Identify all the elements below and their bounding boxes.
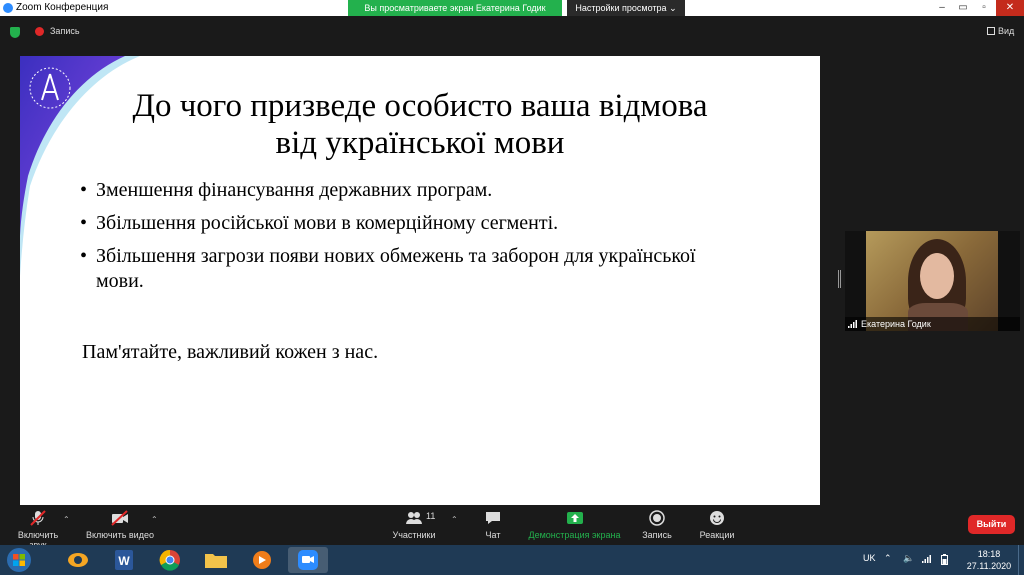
- start-video-label: Включить видео: [86, 530, 154, 540]
- tray-expand-icon[interactable]: ⌃: [884, 553, 892, 564]
- recording-icon[interactable]: [35, 27, 44, 36]
- share-screen-label: Демонстрация экрана: [528, 530, 621, 540]
- share-screen-button[interactable]: Демонстрация экрана: [527, 510, 622, 540]
- signal-strength-icon: [848, 320, 857, 328]
- chat-label: Чат: [485, 530, 501, 540]
- bullet-list: Зменшення фінансування державних програм…: [80, 178, 720, 302]
- show-desktop-button[interactable]: [1018, 545, 1024, 575]
- security-shield-icon[interactable]: [10, 27, 20, 38]
- participant-video-panel[interactable]: [845, 231, 1020, 331]
- windows-taskbar: W UK ⌃ 🔈 18:18 27.11.2020: [0, 545, 1024, 575]
- word-icon[interactable]: W: [104, 547, 144, 573]
- chat-bubble-icon: [486, 512, 500, 524]
- muted-microphone-icon: [30, 510, 46, 526]
- leave-meeting-button[interactable]: Выйти: [968, 515, 1015, 534]
- folder-icon[interactable]: [196, 547, 236, 573]
- restore-button[interactable]: ▭: [953, 0, 973, 16]
- window-title: Zoom Конференция: [16, 2, 109, 13]
- chat-button[interactable]: Чат: [478, 510, 508, 540]
- start-icon[interactable]: [2, 545, 36, 575]
- battery-icon[interactable]: [941, 554, 948, 565]
- close-button[interactable]: ✕: [996, 0, 1024, 16]
- record-label: Запись: [642, 530, 672, 540]
- svg-text:W: W: [118, 554, 130, 568]
- clock-date[interactable]: 27.11.2020: [962, 561, 1016, 571]
- zoom-icon[interactable]: [288, 547, 328, 573]
- zoom-window: Zoom Конференция Вы просматриваете экран…: [0, 0, 1024, 575]
- grid-view-icon[interactable]: [987, 27, 995, 35]
- shared-screen-slide: До чого призведе особисто ваша відмова в…: [20, 56, 820, 505]
- maximize-button[interactable]: ▫: [974, 0, 994, 16]
- panel-resize-handle[interactable]: [838, 270, 841, 288]
- volume-icon[interactable]: 🔈: [903, 553, 914, 564]
- unmute-button[interactable]: Включить звук: [8, 510, 68, 550]
- reactions-smiley-icon: [710, 511, 724, 525]
- screen-share-banner: Вы просматриваете экран Екатерина Годик: [348, 0, 562, 16]
- network-icon[interactable]: [922, 555, 932, 563]
- reactions-label: Реакции: [699, 530, 735, 540]
- view-options-label: Настройки просмотра: [575, 3, 667, 13]
- record-icon: [649, 510, 665, 526]
- view-options-dropdown[interactable]: Настройки просмотра ⌄: [567, 0, 685, 16]
- reactions-button[interactable]: Реакции: [697, 510, 737, 540]
- slide-title-line-1: До чого призведе особисто ваша відмова: [132, 88, 708, 124]
- participant-name: Екатерина Годик: [861, 319, 931, 329]
- media-icon[interactable]: [242, 547, 282, 573]
- language-indicator[interactable]: UK: [863, 553, 876, 563]
- slide-reminder: Пам'ятайте, важливий кожен з нас.: [82, 341, 379, 363]
- video-options-caret-icon[interactable]: ⌃: [151, 515, 158, 524]
- view-button-label[interactable]: Вид: [998, 26, 1014, 36]
- record-button[interactable]: Запись: [640, 510, 674, 540]
- start-video-button[interactable]: Включить видео: [85, 510, 155, 540]
- bullet-item: Зменшення фінансування державних програм…: [80, 178, 720, 203]
- participants-count: 11: [426, 511, 436, 521]
- participant-video: [866, 231, 998, 331]
- participants-icon: [406, 512, 422, 524]
- video-off-icon: [111, 510, 128, 526]
- audio-options-caret-icon[interactable]: ⌃: [63, 515, 70, 524]
- bullet-item: Збільшення загрози появи нових обмежень …: [80, 244, 720, 294]
- zoom-app-icon: [3, 3, 13, 13]
- slide-title: До чого призведе особисто ваша відмова в…: [80, 88, 760, 162]
- participants-options-caret-icon[interactable]: ⌃: [451, 515, 458, 524]
- chrome-icon[interactable]: [150, 547, 190, 573]
- clock-time[interactable]: 18:18: [974, 549, 1004, 559]
- share-screen-icon: [566, 512, 583, 524]
- chevron-down-icon: ⌄: [669, 3, 677, 13]
- browser-eye-icon[interactable]: [58, 547, 98, 573]
- recording-label[interactable]: Запись: [50, 26, 80, 36]
- minimize-button[interactable]: –: [932, 0, 952, 16]
- participants-label: Участники: [392, 530, 436, 540]
- bullet-item: Збільшення російської мови в комерційном…: [80, 211, 720, 236]
- meeting-toolbar: Включить звук ⌃ Включить видео ⌃ Участни…: [0, 505, 1024, 550]
- slide-title-line-2: від української мови: [275, 125, 565, 161]
- participant-name-bar: Екатерина Годик: [845, 317, 1020, 331]
- title-bar: Zoom Конференция Вы просматриваете экран…: [0, 0, 1024, 16]
